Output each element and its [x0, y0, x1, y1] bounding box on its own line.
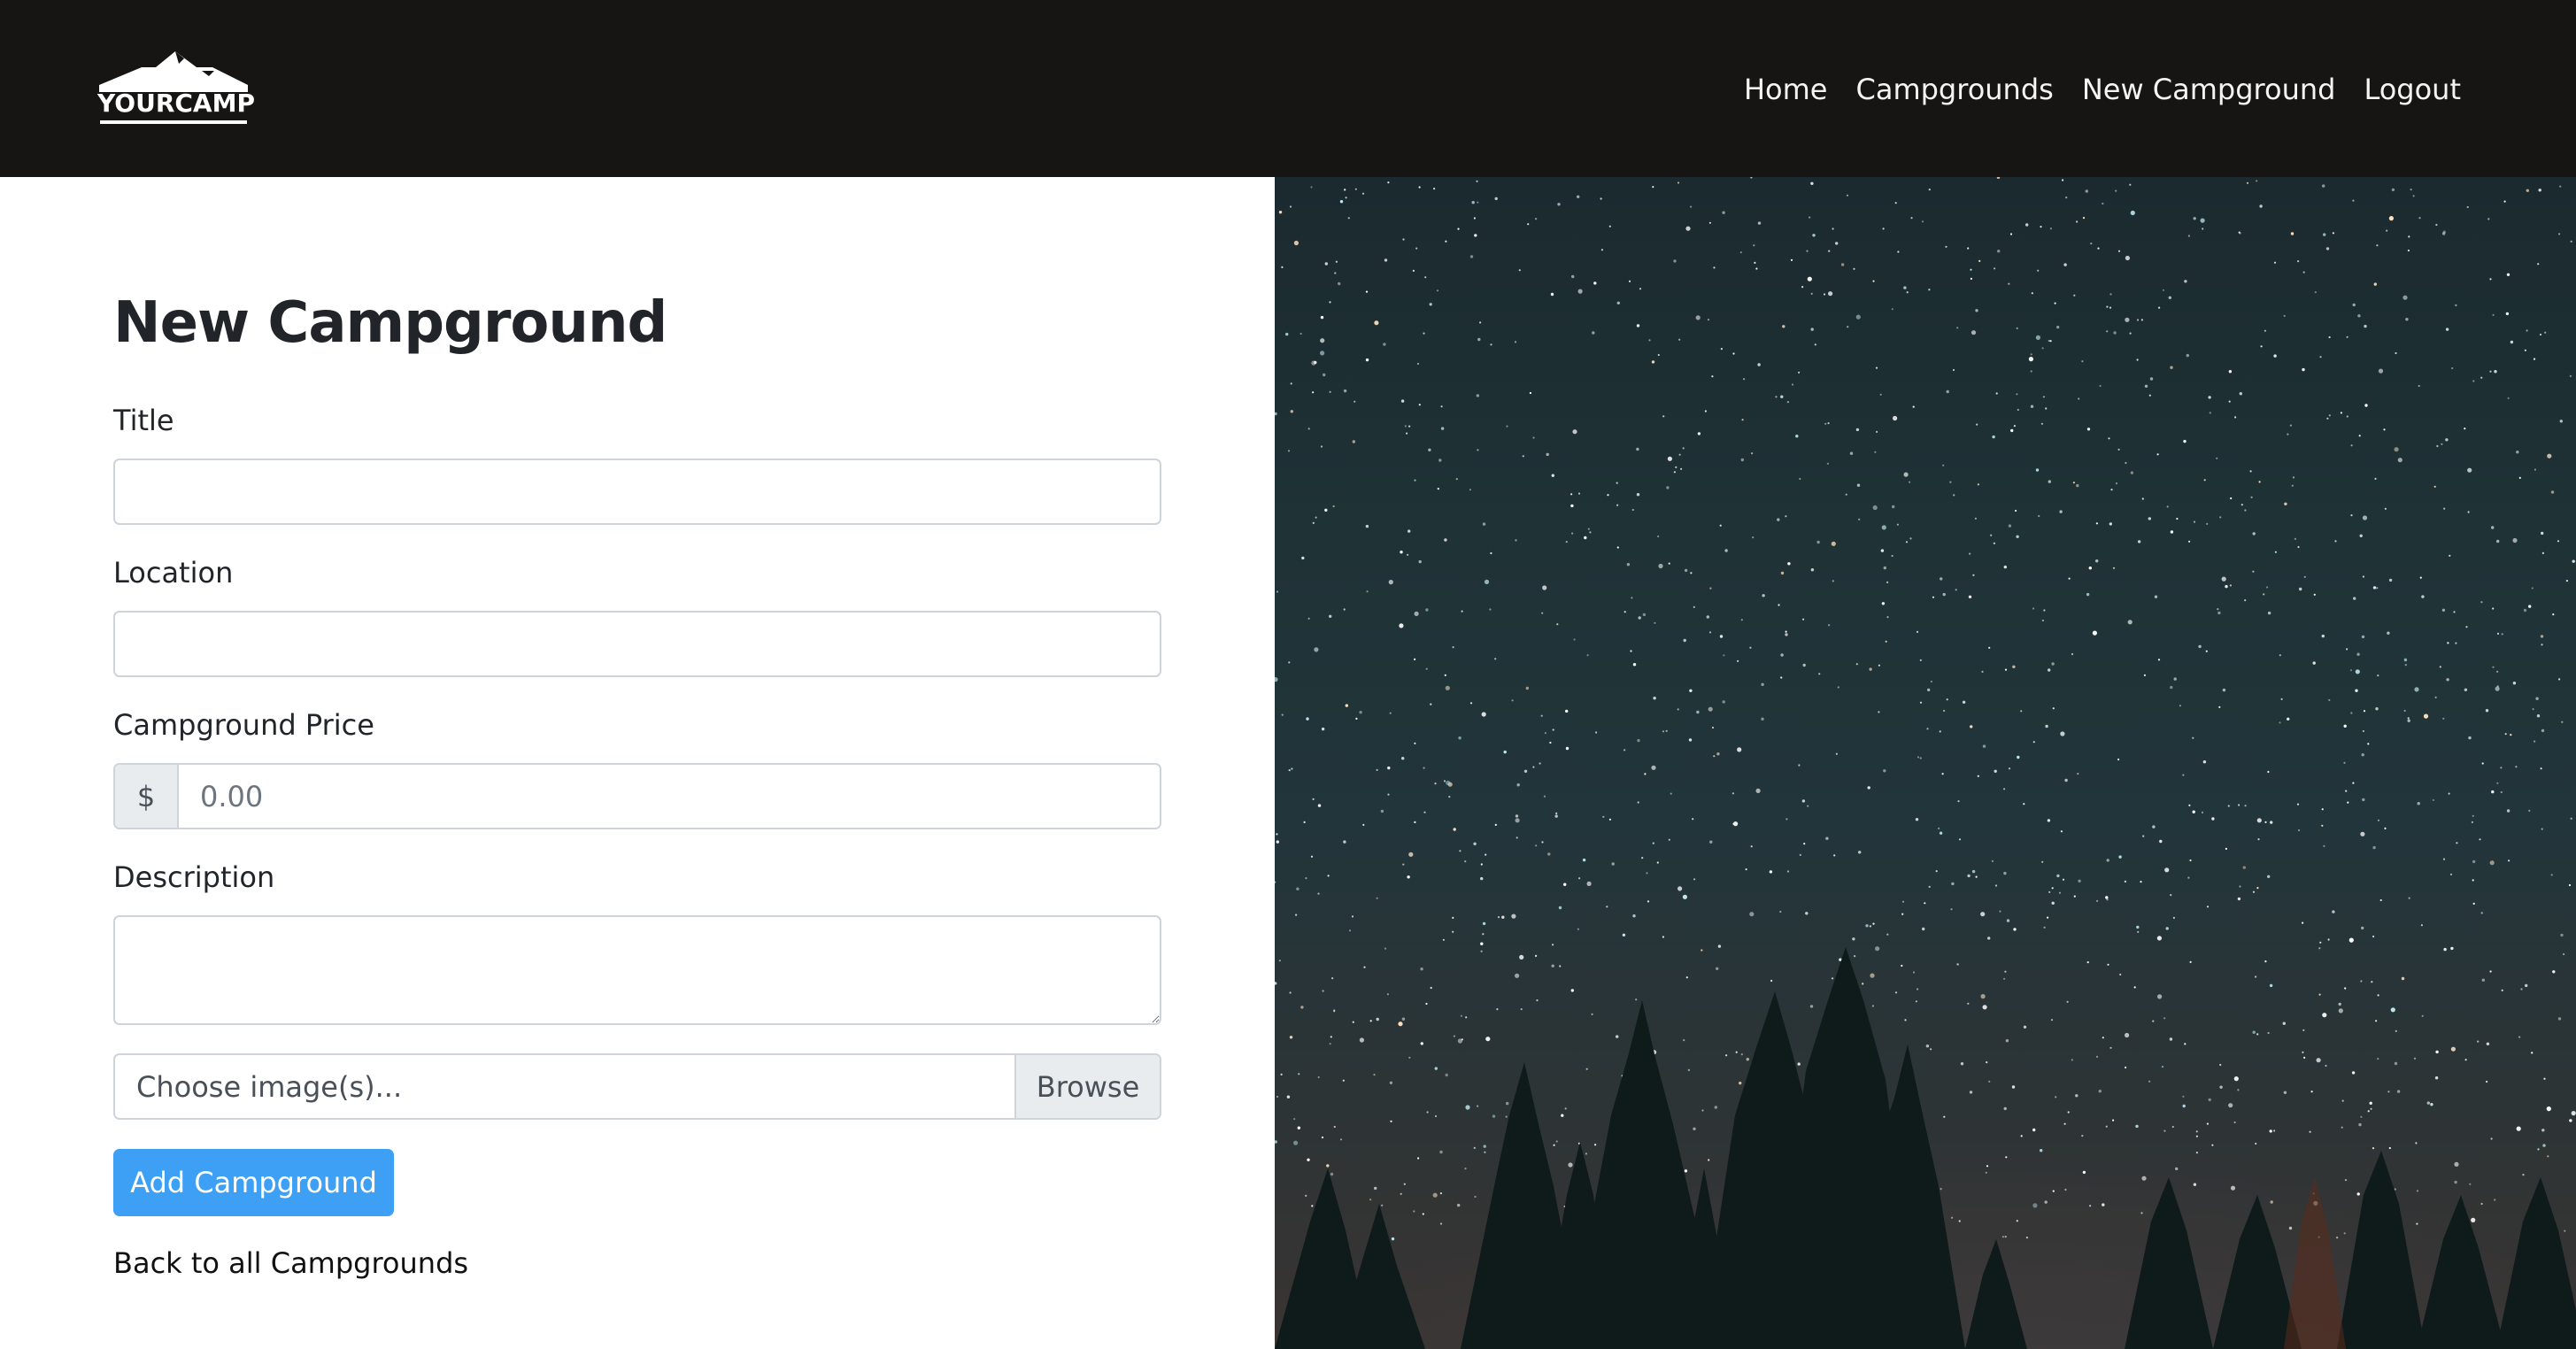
- tree-warm-glow: [2284, 1177, 2346, 1349]
- night-sky-trees-illustration: [1275, 177, 2576, 1349]
- location-input[interactable]: [113, 611, 1161, 677]
- navbar: YOURCAMP Home Campgrounds New Campground…: [0, 0, 2576, 177]
- brand-underline: [100, 120, 247, 124]
- nav-logout-link[interactable]: Logout: [2364, 73, 2461, 106]
- browse-button[interactable]: Browse: [1014, 1055, 1160, 1118]
- price-label: Campground Price: [113, 708, 374, 742]
- page-title: New Campground: [113, 290, 667, 356]
- nav-campgrounds-link[interactable]: Campgrounds: [1855, 73, 2053, 106]
- brand-name: YOURCAMP: [97, 89, 255, 118]
- add-campground-button[interactable]: Add Campground: [113, 1149, 394, 1216]
- price-input-group: $: [113, 763, 1161, 829]
- brand-logo[interactable]: YOURCAMP: [97, 50, 255, 129]
- title-input[interactable]: [113, 459, 1161, 525]
- nav-links: Home Campgrounds New Campground Logout: [1744, 67, 2461, 112]
- back-to-campgrounds-link[interactable]: Back to all Campgrounds: [113, 1246, 468, 1280]
- form-column: New Campground Title Location Campground…: [0, 177, 1275, 1349]
- image-file-picker[interactable]: Choose image(s)... Browse: [113, 1053, 1161, 1120]
- title-label: Title: [113, 404, 174, 437]
- description-label: Description: [113, 860, 275, 894]
- file-picker-label: Choose image(s)...: [136, 1069, 403, 1104]
- dollar-addon: $: [115, 765, 179, 828]
- price-input[interactable]: [179, 765, 1160, 828]
- nav-home-link[interactable]: Home: [1744, 73, 1828, 106]
- starry-night-image: [1275, 177, 2576, 1349]
- description-textarea[interactable]: [113, 915, 1161, 1025]
- nav-new-campground-link[interactable]: New Campground: [2082, 73, 2336, 106]
- tree-silhouettes: [1275, 947, 2576, 1349]
- mountain-logo-icon: [99, 51, 248, 92]
- location-label: Location: [113, 556, 234, 590]
